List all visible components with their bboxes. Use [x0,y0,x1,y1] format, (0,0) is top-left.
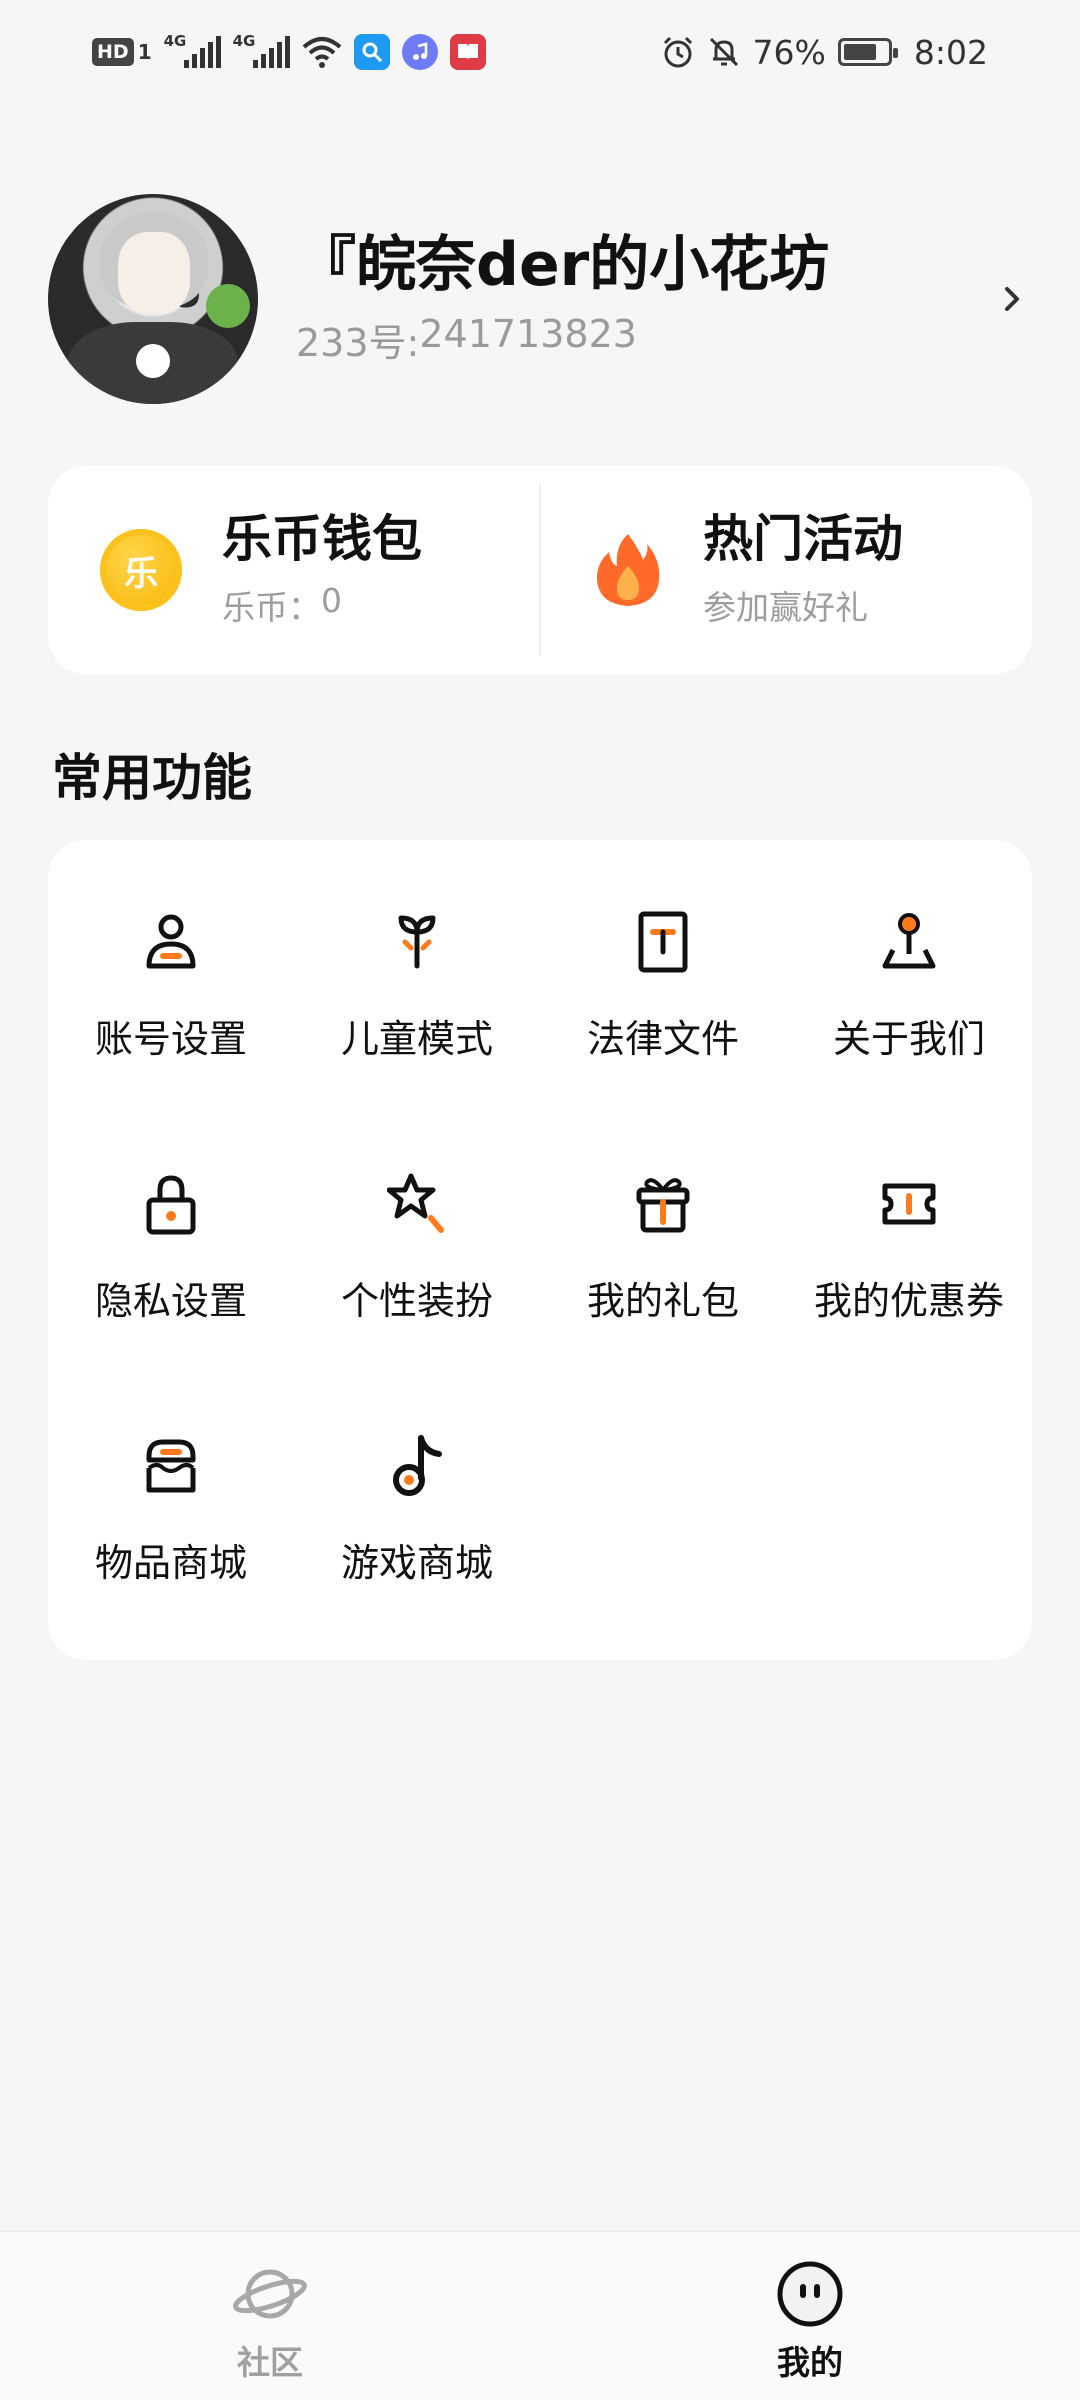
status-left: HD 1 4G 4G [92,32,486,70]
function-label: 我的优惠券 [813,1279,1004,1323]
profile-header[interactable]: TO OU 『皖奈der的小花坊 233号: 241713823 [48,194,1032,404]
document-icon [638,911,688,973]
section-title: 常用功能 [52,749,252,807]
function-kids-mode[interactable]: 儿童模式 [294,910,540,1096]
shop-icon [146,1439,196,1493]
face-icon [777,2261,843,2327]
reader-app-icon [449,34,486,70]
function-label: 游戏商城 [340,1541,493,1585]
battery-icon [837,38,898,66]
function-label: 关于我们 [832,1017,985,1061]
wallet-title: 乐币钱包 [222,509,422,568]
tab-community[interactable]: 社区 [0,2232,540,2400]
signal-icon: 4G [164,32,221,68]
music-app-icon [401,34,438,70]
wallet-balance: 乐币： 0 [222,581,422,629]
mute-bell-icon [709,37,738,67]
profile-info: 『皖奈der的小花坊 233号: 241713823 [296,232,982,367]
hd-badge: HD [92,38,134,66]
ticket-icon [882,1183,936,1225]
sprout-icon [398,915,436,969]
status-bar: HD 1 4G 4G 76% 8:02 [0,0,1080,104]
function-label: 法律文件 [586,1017,739,1061]
status-right: 76% 8:02 [661,33,988,72]
fire-icon [596,534,660,606]
function-item-shop[interactable]: 物品商城 [48,1434,294,1620]
activity-title: 热门活动 [703,509,903,568]
network-type: 4G [163,32,187,50]
wallet-balance-value: 0 [321,580,342,620]
battery-percent: 76% [752,32,826,72]
functions-card: 账号设置 儿童模式 法律文件 关于我们 隐私设置 个性装扮 我的礼包 我的优惠券… [48,840,1032,1660]
planet-icon [233,2269,307,2319]
function-label: 个性装扮 [340,1279,493,1323]
star-wand-icon [387,1173,444,1233]
chevron-right-icon[interactable] [992,279,1032,319]
network-type-2: 4G [232,32,256,50]
function-label: 物品商城 [94,1541,247,1585]
wifi-icon [302,37,341,68]
function-label: 账号设置 [94,1017,247,1061]
lock-icon [146,1175,196,1235]
sim-number: 1 [137,40,152,64]
function-personalize[interactable]: 个性装扮 [294,1172,540,1358]
function-legal-docs[interactable]: 法律文件 [540,910,786,1096]
functions-grid: 账号设置 儿童模式 法律文件 关于我们 隐私设置 个性装扮 我的礼包 我的优惠券… [48,910,1032,1620]
gift-icon [636,1178,690,1233]
function-my-coupons[interactable]: 我的优惠券 [786,1172,1032,1358]
clock: 8:02 [913,32,988,72]
wallet-balance-label: 乐币： [222,587,321,627]
wallet-card: 乐 乐币钱包 乐币： 0 热门活动 参加赢好礼 [48,466,1032,674]
function-label: 儿童模式 [340,1017,493,1061]
search-app-icon [353,34,390,70]
tab-label: 我的 [777,2336,843,2390]
function-about-us[interactable]: 关于我们 [786,910,1032,1096]
profile-id-value: 241713823 [419,311,637,356]
tab-mine[interactable]: 我的 [540,2232,1080,2400]
signal-icon-2: 4G [233,32,290,68]
coin-icon: 乐 [100,529,182,611]
alarm-icon [663,36,692,68]
wallet-entry[interactable]: 乐 乐币钱包 乐币： 0 [48,466,539,674]
activity-subtitle: 参加赢好礼 [703,587,868,627]
skull-badge-icon [206,284,250,328]
joystick-icon [882,913,936,969]
tab-label: 社区 [237,2343,303,2382]
function-my-gifts[interactable]: 我的礼包 [540,1172,786,1358]
profile-id: 233号: 241713823 [296,312,982,367]
music-note-icon [393,1435,442,1496]
profile-id-label: 233号: [296,320,420,365]
function-label: 隐私设置 [94,1279,247,1323]
profile-name: 『皖奈der的小花坊 [296,229,830,300]
function-label: 我的礼包 [586,1279,739,1323]
bottom-tab-bar: 社区 我的 [0,2230,1080,2400]
user-icon [146,914,196,969]
function-privacy-settings[interactable]: 隐私设置 [48,1172,294,1358]
avatar[interactable]: TO OU [48,194,258,404]
activity-entry[interactable]: 热门活动 参加赢好礼 [541,466,1032,674]
function-account-settings[interactable]: 账号设置 [48,910,294,1096]
function-game-shop[interactable]: 游戏商城 [294,1434,540,1620]
